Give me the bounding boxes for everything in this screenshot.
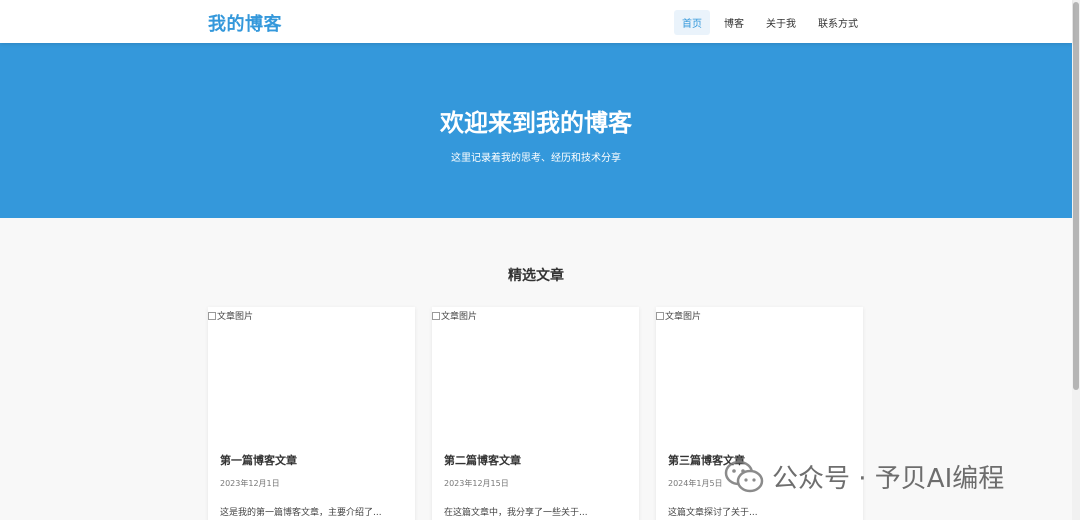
article-excerpt: 在这篇文章中，我分享了一些关于...	[444, 508, 588, 518]
watermark: 公众号 · 予贝AI编程	[724, 458, 1004, 495]
broken-image-icon	[208, 311, 216, 320]
article-excerpt: 这是我的第一篇博客文章，主要介绍了...	[220, 508, 382, 518]
scrollbar-thumb[interactable]	[1073, 2, 1079, 390]
article-card[interactable]: 文章图片 第二篇博客文章 2023年12月15日 在这篇文章中，我分享了一些关于…	[432, 307, 639, 520]
nav-home[interactable]: 首页	[674, 10, 710, 35]
article-title[interactable]: 第一篇博客文章	[220, 452, 297, 468]
featured-section-title: 精选文章	[508, 268, 564, 284]
navbar: 我的博客 首页 博客 关于我 联系方式	[0, 0, 1072, 43]
scrollbar[interactable]	[1072, 0, 1080, 520]
wechat-icon	[724, 460, 764, 492]
article-excerpt: 这篇文章探讨了关于...	[668, 508, 758, 518]
article-image: 文章图片	[208, 307, 415, 437]
watermark-text: 公众号 · 予贝AI编程	[772, 464, 1005, 494]
article-date: 2023年12月15日	[444, 479, 509, 488]
nav-about[interactable]: 关于我	[758, 10, 804, 35]
hero-subtitle: 这里记录着我的思考、经历和技术分享	[451, 153, 621, 164]
nav-blog[interactable]: 博客	[716, 10, 752, 35]
image-alt-text: 文章图片	[441, 312, 478, 322]
image-alt-text: 文章图片	[665, 312, 702, 322]
hero-banner: 欢迎来到我的博客 这里记录着我的思考、经历和技术分享	[0, 43, 1072, 218]
main-nav: 首页 博客 关于我 联系方式	[674, 10, 866, 35]
image-alt-text: 文章图片	[217, 312, 254, 322]
broken-image-icon	[656, 311, 664, 320]
article-date: 2024年1月5日	[668, 479, 723, 488]
article-date: 2023年12月1日	[220, 479, 280, 488]
article-card[interactable]: 文章图片 第一篇博客文章 2023年12月1日 这是我的第一篇博客文章，主要介绍…	[208, 307, 415, 520]
hero-title: 欢迎来到我的博客	[440, 109, 632, 137]
broken-image-icon	[432, 311, 440, 320]
nav-contact[interactable]: 联系方式	[810, 10, 866, 35]
article-image: 文章图片	[656, 307, 863, 437]
article-title[interactable]: 第二篇博客文章	[444, 452, 521, 468]
site-brand[interactable]: 我的博客	[208, 10, 282, 36]
article-image: 文章图片	[432, 307, 639, 437]
